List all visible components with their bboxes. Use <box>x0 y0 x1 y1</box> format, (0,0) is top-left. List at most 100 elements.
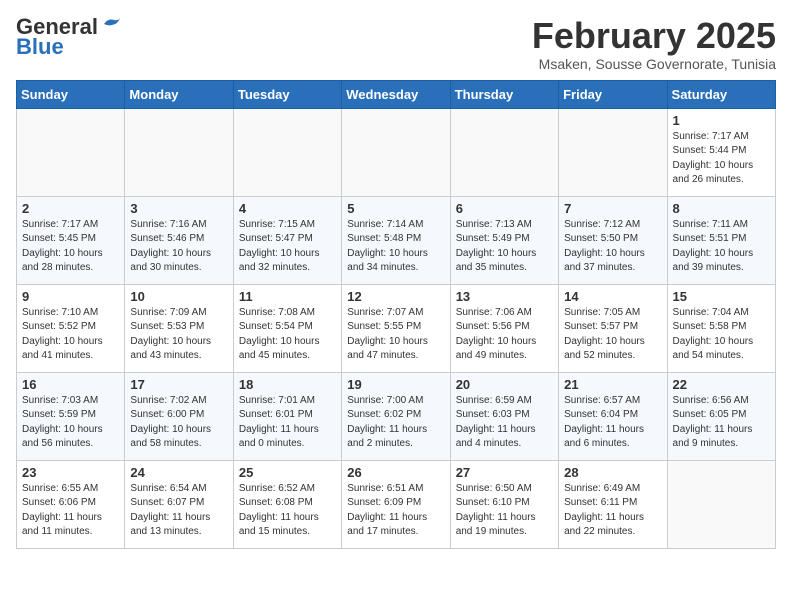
day-cell: 1 Sunrise: 7:17 AM Sunset: 5:44 PM Daylig… <box>667 108 775 196</box>
day-info: Sunrise: 7:14 AM Sunset: 5:48 PM Dayligh… <box>347 218 444 276</box>
day-number: 26 <box>347 465 444 480</box>
week-row-3: 9 Sunrise: 7:10 AM Sunset: 5:52 PM Daylig… <box>17 284 776 372</box>
day-cell: 3 Sunrise: 7:16 AM Sunset: 5:46 PM Daylig… <box>125 196 233 284</box>
day-info: Sunrise: 6:56 AM Sunset: 6:05 PM Dayligh… <box>673 394 770 452</box>
day-cell: 19 Sunrise: 7:00 AM Sunset: 6:02 PM Dayli… <box>342 372 450 460</box>
day-number: 21 <box>564 377 661 392</box>
day-cell: 14 Sunrise: 7:05 AM Sunset: 5:57 PM Dayli… <box>559 284 667 372</box>
weekday-header-saturday: Saturday <box>667 80 775 108</box>
day-info: Sunrise: 7:06 AM Sunset: 5:56 PM Dayligh… <box>456 306 553 364</box>
day-cell: 9 Sunrise: 7:10 AM Sunset: 5:52 PM Daylig… <box>17 284 125 372</box>
day-cell: 6 Sunrise: 7:13 AM Sunset: 5:49 PM Daylig… <box>450 196 558 284</box>
day-info: Sunrise: 7:00 AM Sunset: 6:02 PM Dayligh… <box>347 394 444 452</box>
day-number: 16 <box>22 377 119 392</box>
week-row-5: 23 Sunrise: 6:55 AM Sunset: 6:06 PM Dayli… <box>17 460 776 548</box>
weekday-header-row: SundayMondayTuesdayWednesdayThursdayFrid… <box>17 80 776 108</box>
logo-bird-icon <box>100 16 122 32</box>
logo: General Blue <box>16 16 122 58</box>
weekday-header-thursday: Thursday <box>450 80 558 108</box>
week-row-1: 1 Sunrise: 7:17 AM Sunset: 5:44 PM Daylig… <box>17 108 776 196</box>
week-row-4: 16 Sunrise: 7:03 AM Sunset: 5:59 PM Dayli… <box>17 372 776 460</box>
day-cell: 7 Sunrise: 7:12 AM Sunset: 5:50 PM Daylig… <box>559 196 667 284</box>
day-number: 12 <box>347 289 444 304</box>
day-info: Sunrise: 7:17 AM Sunset: 5:45 PM Dayligh… <box>22 218 119 276</box>
day-number: 28 <box>564 465 661 480</box>
day-number: 23 <box>22 465 119 480</box>
day-cell: 18 Sunrise: 7:01 AM Sunset: 6:01 PM Dayli… <box>233 372 341 460</box>
day-cell: 17Sunrise: 7:02 AM Sunset: 6:00 PM Dayli… <box>125 372 233 460</box>
day-info: Sunrise: 7:10 AM Sunset: 5:52 PM Dayligh… <box>22 306 119 364</box>
day-number: 1 <box>673 113 770 128</box>
day-cell: 16 Sunrise: 7:03 AM Sunset: 5:59 PM Dayli… <box>17 372 125 460</box>
week-row-2: 2Sunrise: 7:17 AM Sunset: 5:45 PM Daylig… <box>17 196 776 284</box>
day-number: 19 <box>347 377 444 392</box>
day-info: Sunrise: 7:01 AM Sunset: 6:01 PM Dayligh… <box>239 394 336 452</box>
day-number: 11 <box>239 289 336 304</box>
day-info: Sunrise: 6:55 AM Sunset: 6:06 PM Dayligh… <box>22 482 119 540</box>
day-cell: 12 Sunrise: 7:07 AM Sunset: 5:55 PM Dayli… <box>342 284 450 372</box>
day-number: 20 <box>456 377 553 392</box>
day-cell: 20Sunrise: 6:59 AM Sunset: 6:03 PM Dayli… <box>450 372 558 460</box>
day-info: Sunrise: 7:09 AM Sunset: 5:53 PM Dayligh… <box>130 306 227 364</box>
day-number: 27 <box>456 465 553 480</box>
day-number: 9 <box>22 289 119 304</box>
weekday-header-wednesday: Wednesday <box>342 80 450 108</box>
day-cell: 10 Sunrise: 7:09 AM Sunset: 5:53 PM Dayli… <box>125 284 233 372</box>
day-number: 10 <box>130 289 227 304</box>
day-info: Sunrise: 7:08 AM Sunset: 5:54 PM Dayligh… <box>239 306 336 364</box>
weekday-header-tuesday: Tuesday <box>233 80 341 108</box>
day-number: 15 <box>673 289 770 304</box>
day-info: Sunrise: 7:04 AM Sunset: 5:58 PM Dayligh… <box>673 306 770 364</box>
day-info: Sunrise: 6:49 AM Sunset: 6:11 PM Dayligh… <box>564 482 661 540</box>
day-info: Sunrise: 7:17 AM Sunset: 5:44 PM Dayligh… <box>673 130 770 188</box>
day-number: 13 <box>456 289 553 304</box>
day-number: 18 <box>239 377 336 392</box>
page-header: General Blue February 2025 Msaken, Souss… <box>16 16 776 72</box>
day-info: Sunrise: 7:16 AM Sunset: 5:46 PM Dayligh… <box>130 218 227 276</box>
calendar-table: SundayMondayTuesdayWednesdayThursdayFrid… <box>16 80 776 549</box>
day-cell <box>667 460 775 548</box>
day-info: Sunrise: 7:03 AM Sunset: 5:59 PM Dayligh… <box>22 394 119 452</box>
day-info: Sunrise: 7:13 AM Sunset: 5:49 PM Dayligh… <box>456 218 553 276</box>
weekday-header-friday: Friday <box>559 80 667 108</box>
day-number: 5 <box>347 201 444 216</box>
logo-blue-text: Blue <box>16 36 64 58</box>
day-number: 4 <box>239 201 336 216</box>
day-info: Sunrise: 7:11 AM Sunset: 5:51 PM Dayligh… <box>673 218 770 276</box>
day-cell <box>233 108 341 196</box>
day-cell <box>125 108 233 196</box>
day-info: Sunrise: 6:50 AM Sunset: 6:10 PM Dayligh… <box>456 482 553 540</box>
day-number: 17 <box>130 377 227 392</box>
day-info: Sunrise: 7:07 AM Sunset: 5:55 PM Dayligh… <box>347 306 444 364</box>
day-cell: 5 Sunrise: 7:14 AM Sunset: 5:48 PM Daylig… <box>342 196 450 284</box>
day-cell: 21Sunrise: 6:57 AM Sunset: 6:04 PM Dayli… <box>559 372 667 460</box>
day-number: 22 <box>673 377 770 392</box>
day-cell <box>559 108 667 196</box>
day-cell: 4 Sunrise: 7:15 AM Sunset: 5:47 PM Daylig… <box>233 196 341 284</box>
day-info: Sunrise: 6:54 AM Sunset: 6:07 PM Dayligh… <box>130 482 227 540</box>
day-number: 6 <box>456 201 553 216</box>
day-cell: 2Sunrise: 7:17 AM Sunset: 5:45 PM Daylig… <box>17 196 125 284</box>
day-cell <box>17 108 125 196</box>
day-number: 25 <box>239 465 336 480</box>
day-number: 3 <box>130 201 227 216</box>
day-info: Sunrise: 7:05 AM Sunset: 5:57 PM Dayligh… <box>564 306 661 364</box>
day-cell: 11 Sunrise: 7:08 AM Sunset: 5:54 PM Dayli… <box>233 284 341 372</box>
day-cell: 8Sunrise: 7:11 AM Sunset: 5:51 PM Daylig… <box>667 196 775 284</box>
day-cell: 13 Sunrise: 7:06 AM Sunset: 5:56 PM Dayli… <box>450 284 558 372</box>
title-block: February 2025 Msaken, Sousse Governorate… <box>532 16 776 72</box>
weekday-header-sunday: Sunday <box>17 80 125 108</box>
day-cell: 26 Sunrise: 6:51 AM Sunset: 6:09 PM Dayli… <box>342 460 450 548</box>
day-info: Sunrise: 7:15 AM Sunset: 5:47 PM Dayligh… <box>239 218 336 276</box>
day-cell: 23 Sunrise: 6:55 AM Sunset: 6:06 PM Dayli… <box>17 460 125 548</box>
weekday-header-monday: Monday <box>125 80 233 108</box>
day-cell: 24Sunrise: 6:54 AM Sunset: 6:07 PM Dayli… <box>125 460 233 548</box>
day-number: 7 <box>564 201 661 216</box>
day-cell: 28 Sunrise: 6:49 AM Sunset: 6:11 PM Dayli… <box>559 460 667 548</box>
day-number: 14 <box>564 289 661 304</box>
day-info: Sunrise: 6:51 AM Sunset: 6:09 PM Dayligh… <box>347 482 444 540</box>
month-year: February 2025 <box>532 16 776 56</box>
location: Msaken, Sousse Governorate, Tunisia <box>532 56 776 72</box>
day-info: Sunrise: 7:12 AM Sunset: 5:50 PM Dayligh… <box>564 218 661 276</box>
day-cell <box>450 108 558 196</box>
